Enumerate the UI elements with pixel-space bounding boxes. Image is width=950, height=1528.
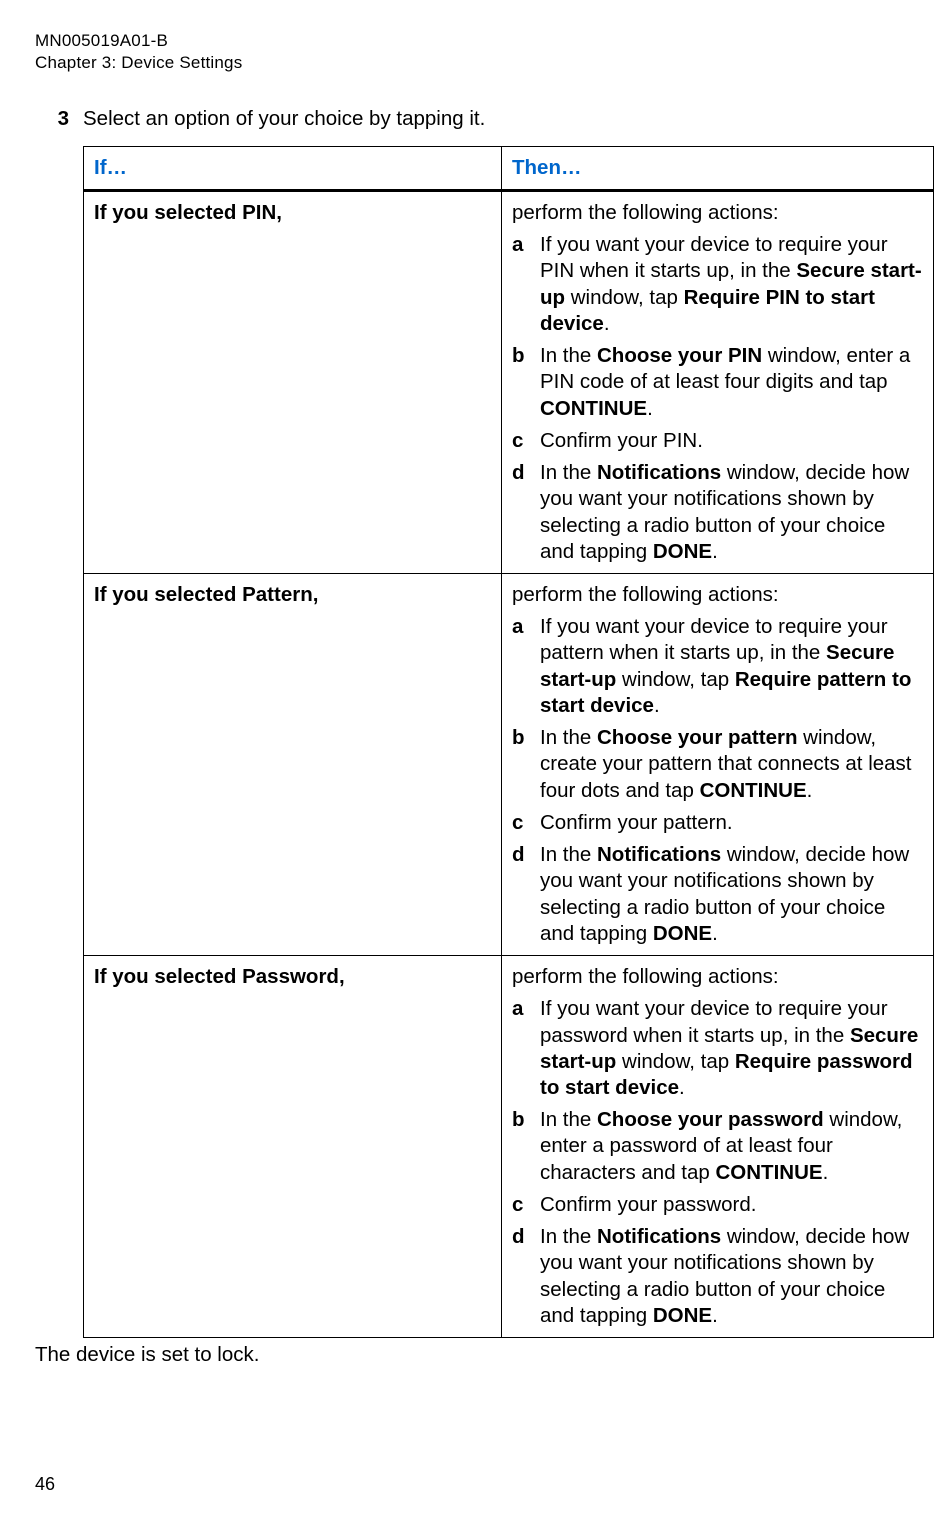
then-cell: perform the following actions: a If you …: [502, 574, 934, 956]
then-cell: perform the following actions: a If you …: [502, 190, 934, 573]
substep: a If you want your device to require you…: [512, 614, 925, 719]
closing-text: The device is set to lock.: [35, 1342, 915, 1368]
if-cell: If you selected PIN,: [84, 190, 502, 573]
substep: b In the Choose your PIN window, enter a…: [512, 343, 925, 422]
chapter-title: Chapter 3: Device Settings: [35, 52, 915, 74]
table-row: If you selected PIN, perform the followi…: [84, 190, 934, 573]
substep-marker: d: [512, 460, 540, 486]
substep-body: In the Notifications window, decide how …: [540, 1224, 925, 1329]
substep-body: If you want your device to require your …: [540, 232, 925, 337]
substep-marker: a: [512, 996, 540, 1022]
substep-body: Confirm your PIN.: [540, 428, 925, 454]
substep-marker: b: [512, 343, 540, 369]
substep: a If you want your device to require you…: [512, 232, 925, 337]
substeps: a If you want your device to require you…: [512, 996, 925, 1329]
substep: c Confirm your pattern.: [512, 810, 925, 836]
substep-body: In the Notifications window, decide how …: [540, 842, 925, 947]
substep: c Confirm your password.: [512, 1192, 925, 1218]
substep-marker: b: [512, 725, 540, 751]
substep: c Confirm your PIN.: [512, 428, 925, 454]
lead-text: perform the following actions:: [512, 964, 925, 990]
table-row: If you selected Pattern, perform the fol…: [84, 574, 934, 956]
substep-body: In the Choose your PIN window, enter a P…: [540, 343, 925, 422]
page: MN005019A01-B Chapter 3: Device Settings…: [0, 0, 950, 1528]
if-cell: If you selected Password,: [84, 956, 502, 1338]
substep: b In the Choose your password window, en…: [512, 1107, 925, 1186]
substep-body: In the Choose your password window, ente…: [540, 1107, 925, 1186]
substep: d In the Notifications window, decide ho…: [512, 842, 925, 947]
substep-body: If you want your device to require your …: [540, 996, 925, 1101]
if-cell: If you selected Pattern,: [84, 574, 502, 956]
substep-marker: b: [512, 1107, 540, 1133]
if-then-table: If… Then… If you selected PIN, perform t…: [83, 146, 934, 1338]
step-3: 3 Select an option of your choice by tap…: [35, 106, 915, 132]
substep-marker: d: [512, 842, 540, 868]
substep: d In the Notifications window, decide ho…: [512, 1224, 925, 1329]
doc-id: MN005019A01-B: [35, 30, 915, 52]
substep: d In the Notifications window, decide ho…: [512, 460, 925, 565]
table-header-if: If…: [84, 146, 502, 190]
substep: a If you want your device to require you…: [512, 996, 925, 1101]
then-cell: perform the following actions: a If you …: [502, 956, 934, 1338]
lead-text: perform the following actions:: [512, 200, 925, 226]
substep-body: Confirm your pattern.: [540, 810, 925, 836]
substep-body: In the Notifications window, decide how …: [540, 460, 925, 565]
step-number: 3: [35, 106, 83, 132]
substep-marker: d: [512, 1224, 540, 1250]
table-row: If you selected Password, perform the fo…: [84, 956, 934, 1338]
substep-marker: a: [512, 614, 540, 640]
substep: b In the Choose your pattern window, cre…: [512, 725, 925, 804]
substeps: a If you want your device to require you…: [512, 614, 925, 947]
substep-marker: c: [512, 428, 540, 454]
lead-text: perform the following actions:: [512, 582, 925, 608]
substep-body: Confirm your password.: [540, 1192, 925, 1218]
page-number: 46: [35, 1473, 55, 1496]
substeps: a If you want your device to require you…: [512, 232, 925, 565]
substep-marker: a: [512, 232, 540, 258]
table-header-then: Then…: [502, 146, 934, 190]
step-text: Select an option of your choice by tappi…: [83, 106, 915, 132]
substep-marker: c: [512, 1192, 540, 1218]
substep-body: If you want your device to require your …: [540, 614, 925, 719]
substep-body: In the Choose your pattern window, creat…: [540, 725, 925, 804]
substep-marker: c: [512, 810, 540, 836]
